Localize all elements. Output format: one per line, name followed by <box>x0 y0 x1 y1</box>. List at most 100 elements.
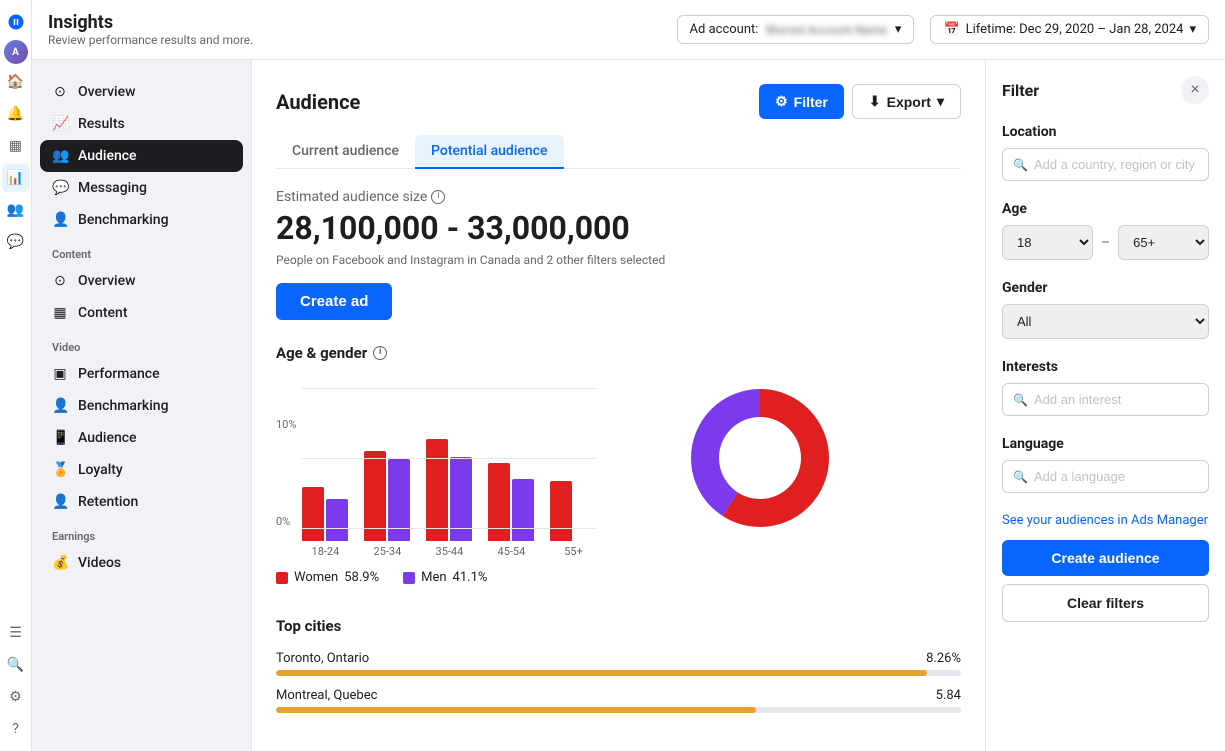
age-gender-section-title: Age & gender i <box>276 344 961 362</box>
filter-gender-section: Gender All Men Women <box>1002 280 1209 339</box>
age-dash: – <box>1101 235 1110 251</box>
create-ad-button[interactable]: Create ad <box>276 283 392 320</box>
menu-icon[interactable]: ☰ <box>2 619 30 647</box>
export-chevron-icon: ▾ <box>937 93 944 110</box>
filter-button[interactable]: ⚙ Filter <box>759 84 844 119</box>
comment-icon[interactable]: 💬 <box>2 228 30 256</box>
age-gender-info-icon: i <box>373 346 387 360</box>
clear-filters-button[interactable]: Clear filters <box>1002 584 1209 622</box>
tab-potential-audience[interactable]: Potential audience <box>415 135 563 169</box>
filter-panel: Filter × Location 🔍 Age 182535455565 <box>985 60 1225 751</box>
language-input[interactable] <box>1034 469 1198 484</box>
women-color-dot <box>276 572 288 584</box>
city-pct-montreal: 5.84 <box>936 688 961 703</box>
estimated-audience-label: Estimated audience size i <box>276 189 961 205</box>
sidebar-item-benchmarking[interactable]: 👤 Benchmarking <box>40 204 243 236</box>
sidebar-item-audience-label: Audience <box>78 148 137 164</box>
location-label: Location <box>1002 124 1209 140</box>
sidebar-item-content[interactable]: ▦ Content <box>40 297 243 329</box>
top-cities-section: Top cities Toronto, Ontario 8.26% Montre… <box>276 617 961 713</box>
sidebar-item-video-audience[interactable]: 📱 Audience <box>40 422 243 454</box>
interests-input[interactable] <box>1034 392 1198 407</box>
audience-description: People on Facebook and Instagram in Cana… <box>276 253 961 267</box>
men-color-dot <box>403 572 415 584</box>
sidebar-item-overview[interactable]: ⊙ Overview <box>40 76 243 108</box>
location-input-wrap[interactable]: 🔍 <box>1002 148 1209 181</box>
ad-account-selector[interactable]: Ad account: Blurred Account Name ▾ <box>677 15 915 44</box>
gender-select[interactable]: All Men Women <box>1002 304 1209 339</box>
date-range-text: Lifetime: Dec 29, 2020 – Jan 28, 2024 <box>966 22 1184 37</box>
settings-icon[interactable]: ⚙ <box>2 683 30 711</box>
audience-header: Audience ⚙ Filter ⬇ Export ▾ <box>276 84 961 119</box>
sidebar-item-videos-label: Videos <box>78 555 121 571</box>
sidebar-item-messaging[interactable]: 💬 Messaging <box>40 172 243 204</box>
age-label: Age <box>1002 201 1209 217</box>
interests-input-wrap[interactable]: 🔍 <box>1002 383 1209 416</box>
home-icon[interactable]: 🏠 <box>2 68 30 96</box>
sidebar-item-loyalty[interactable]: 🏅 Loyalty <box>40 454 243 486</box>
chart-icon[interactable]: 📊 <box>2 164 30 192</box>
y-axis-top: 10% <box>276 418 296 431</box>
bell-icon[interactable]: 🔔 <box>2 100 30 128</box>
content-overview-icon: ⊙ <box>52 273 68 289</box>
location-input[interactable] <box>1034 157 1198 172</box>
search-icon[interactable]: 🔍 <box>2 651 30 679</box>
icon-rail: A 🏠 🔔 ▦ 📊 👥 💬 ☰ 🔍 ⚙ ? <box>0 0 32 751</box>
sidebar-item-video-performance[interactable]: ▣ Performance <box>40 358 243 390</box>
city-row-toronto: Toronto, Ontario 8.26% <box>276 651 961 676</box>
age-row: 182535455565 – 18253545556565+ <box>1002 225 1209 260</box>
sidebar-item-retention[interactable]: 👤 Retention <box>40 486 243 518</box>
video-benchmarking-icon: 👤 <box>52 398 68 414</box>
tab-current-audience[interactable]: Current audience <box>276 135 415 169</box>
bar-women-55plus <box>550 481 572 541</box>
chart-legend: Women 58.9% Men 41.1% <box>276 570 961 585</box>
ad-account-value: Blurred Account Name <box>766 23 887 37</box>
sidebar-item-audience[interactable]: 👥 Audience <box>40 140 243 172</box>
date-range-selector[interactable]: 📅 Lifetime: Dec 29, 2020 – Jan 28, 2024 … <box>930 15 1209 44</box>
sidebar-item-loyalty-label: Loyalty <box>78 462 123 478</box>
grid-icon[interactable]: ▦ <box>2 132 30 160</box>
sidebar-item-results[interactable]: 📈 Results <box>40 108 243 140</box>
results-icon: 📈 <box>52 116 68 132</box>
export-icon: ⬇ <box>869 93 881 110</box>
sidebar-item-videos[interactable]: 💰 Videos <box>40 547 243 579</box>
action-buttons: ⚙ Filter ⬇ Export ▾ <box>759 84 961 119</box>
sidebar-item-content-overview[interactable]: ⊙ Overview <box>40 265 243 297</box>
messaging-icon: 💬 <box>52 180 68 196</box>
bar-group-35-44: 35-44 <box>426 421 472 558</box>
filter-icon: ⚙ <box>775 93 788 110</box>
chevron-down-icon: ▾ <box>1189 22 1196 37</box>
header-title-area: Insights Review performance results and … <box>48 12 253 48</box>
bar-label-35-44: 35-44 <box>436 545 464 558</box>
close-filter-button[interactable]: × <box>1181 76 1209 104</box>
overview-icon: ⊙ <box>52 84 68 100</box>
legend-men: Men 41.1% <box>403 570 487 585</box>
ads-manager-link[interactable]: See your audiences in Ads Manager <box>1002 513 1209 528</box>
video-audience-icon: 📱 <box>52 430 68 446</box>
sidebar-item-overview-label: Overview <box>78 84 135 100</box>
interests-search-icon: 🔍 <box>1013 393 1028 407</box>
close-icon: × <box>1190 81 1199 99</box>
age-min-select[interactable]: 182535455565 <box>1002 225 1093 260</box>
user-avatar[interactable]: A <box>4 40 28 64</box>
sidebar-item-content-label: Content <box>78 305 128 321</box>
export-button[interactable]: ⬇ Export ▾ <box>852 84 961 119</box>
bar-label-25-34: 25-34 <box>374 545 402 558</box>
create-audience-button[interactable]: Create audience <box>1002 540 1209 576</box>
legend-women-pct: 58.9% <box>344 570 379 585</box>
filter-location-section: Location 🔍 <box>1002 124 1209 181</box>
loyalty-icon: 🏅 <box>52 462 68 478</box>
interests-label: Interests <box>1002 359 1209 375</box>
sidebar-item-video-benchmarking[interactable]: 👤 Benchmarking <box>40 390 243 422</box>
audience-tabs: Current audience Potential audience <box>276 135 961 169</box>
help-icon[interactable]: ? <box>2 715 30 743</box>
language-input-wrap[interactable]: 🔍 <box>1002 460 1209 493</box>
performance-icon: ▣ <box>52 366 68 382</box>
city-bar-track-toronto <box>276 670 961 676</box>
city-bar-track-montreal <box>276 707 961 713</box>
gender-label: Gender <box>1002 280 1209 296</box>
people-icon[interactable]: 👥 <box>2 196 30 224</box>
bar-group-55plus: 55+ <box>550 421 596 558</box>
video-section-label: Video <box>40 329 243 358</box>
age-max-select[interactable]: 18253545556565+ <box>1118 225 1209 260</box>
